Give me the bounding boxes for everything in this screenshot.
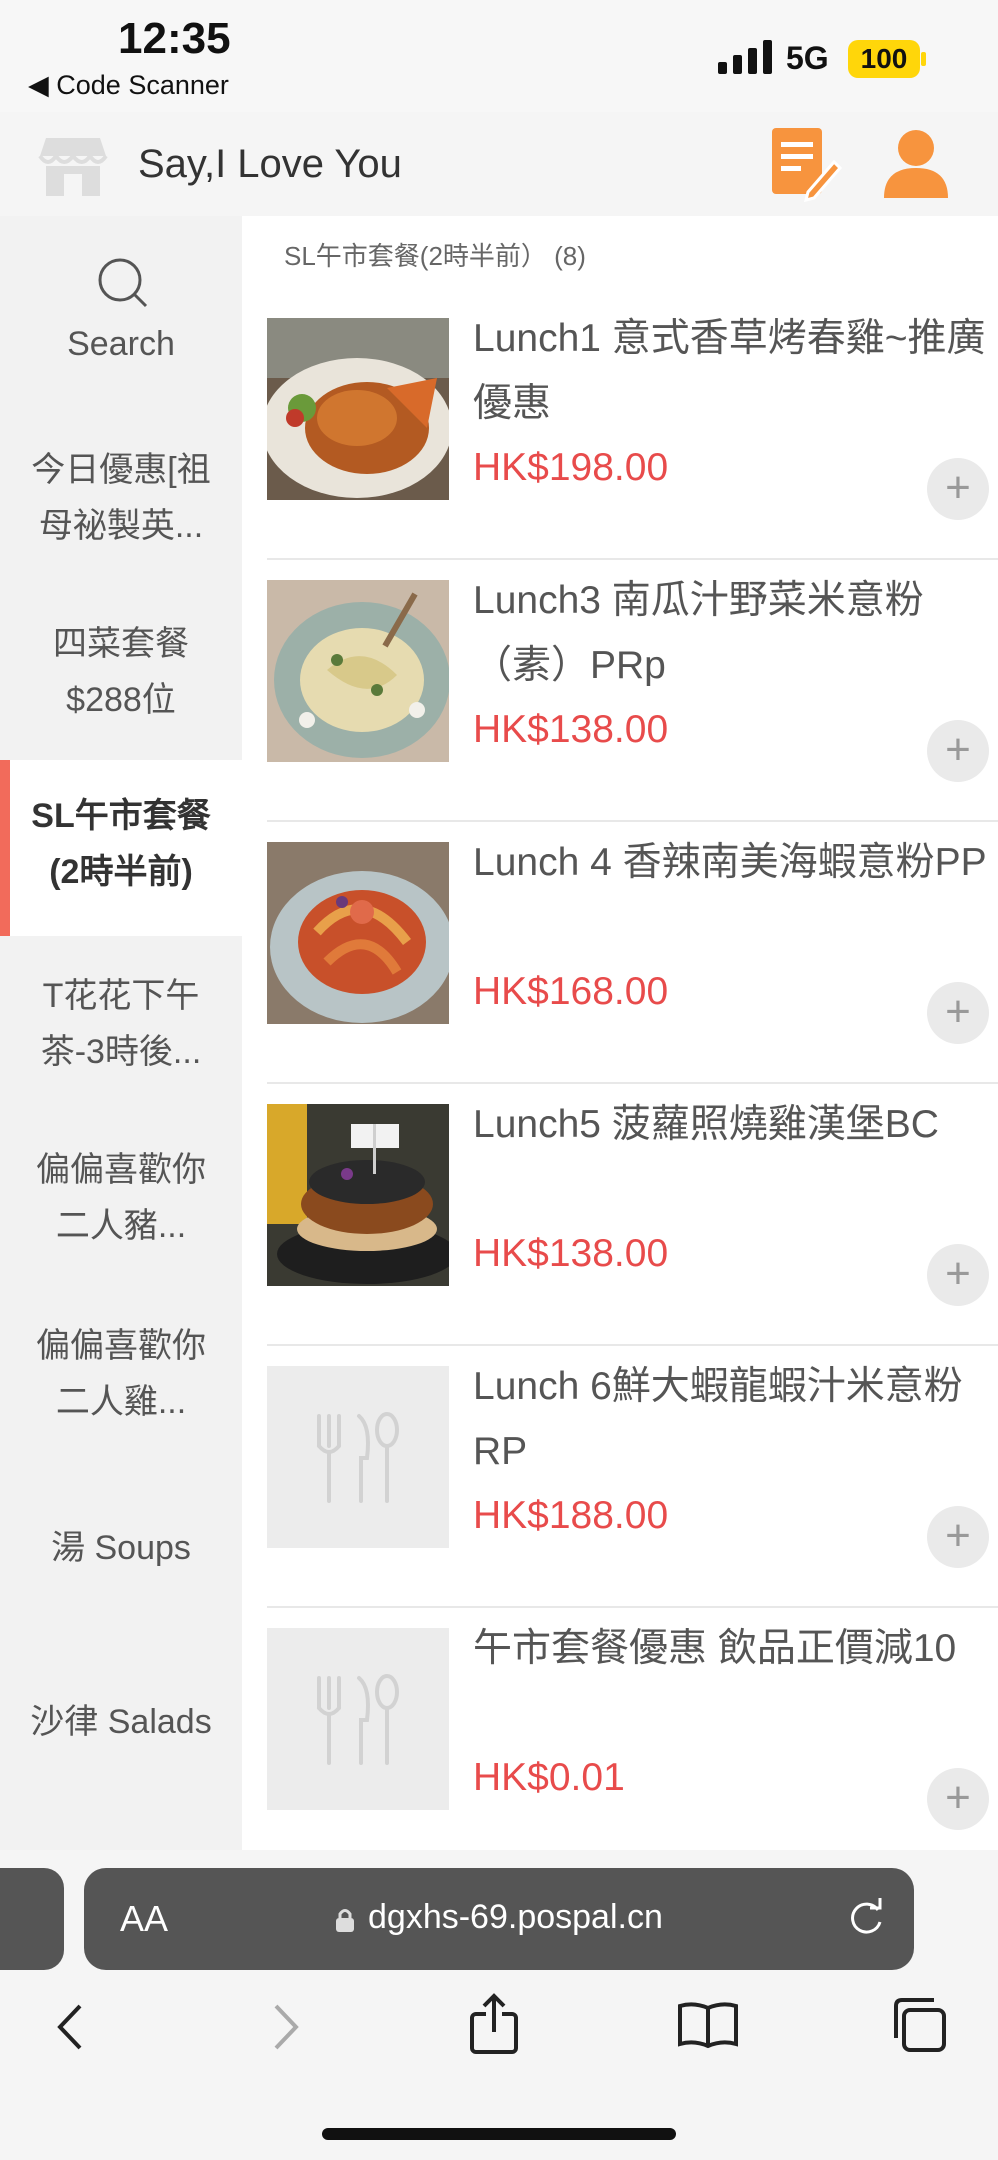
product-price: HK$188.00 xyxy=(473,1494,669,1537)
store-name: Say,I Love You xyxy=(138,142,402,186)
sidebar-item-label: 茶-3時後... xyxy=(40,1033,202,1071)
forward-arrow-icon[interactable] xyxy=(268,2000,304,2054)
tabs-icon[interactable] xyxy=(890,1996,948,2054)
lock-icon xyxy=(336,1909,354,1932)
add-to-cart-button[interactable]: + xyxy=(927,1768,989,1830)
add-to-cart-button[interactable]: + xyxy=(927,982,989,1044)
sidebar-item-label: T花花下午 xyxy=(42,977,200,1015)
order-list-icon[interactable] xyxy=(768,126,842,202)
product-name: 午市套餐優惠 飲品正價減10 xyxy=(473,1627,957,1670)
reload-icon[interactable] xyxy=(844,1896,888,1940)
product-image[interactable] xyxy=(267,318,449,500)
product-item[interactable]: 午市套餐優惠 飲品正價減10 HK$0.01 + xyxy=(267,1606,998,1870)
sidebar-item-pork-for-two[interactable]: 偏偏喜歡你 二人豬... xyxy=(0,1142,242,1254)
browser-toolbar: AA dgxhs-69.pospal.cn xyxy=(0,1850,998,2160)
store-icon[interactable] xyxy=(38,134,108,198)
product-name: Lunch5 菠蘿照燒雞漢堡BC xyxy=(473,1103,939,1146)
category-title: SL午市套餐(2時半前） (8) xyxy=(284,241,586,271)
status-bar: 12:35 ◀ Code Scanner 5G 100 xyxy=(0,0,998,112)
search-label: Search xyxy=(67,325,175,363)
add-to-cart-button[interactable]: + xyxy=(927,1506,989,1568)
sidebar-item-salads[interactable]: 沙律 Salads xyxy=(0,1694,242,1750)
sidebar-item-chicken-for-two[interactable]: 偏偏喜歡你 二人雞... xyxy=(0,1318,242,1430)
clock: 12:35 xyxy=(118,14,231,63)
previous-tab[interactable] xyxy=(0,1868,64,1970)
sidebar-item-label: 今日優惠[祖 xyxy=(31,451,211,489)
sidebar-item-label: 偏偏喜歡你 xyxy=(36,1151,206,1189)
sidebar-item-label: SL午市套餐 xyxy=(31,797,211,835)
sidebar-item-soups[interactable]: 湯 Soups xyxy=(0,1520,242,1576)
sidebar-item-label: 母祕製英... xyxy=(38,507,204,545)
search-icon xyxy=(98,258,148,308)
product-list: SL午市套餐(2時半前） (8) Lunch1 意式香草烤春雞~推廣優惠 HK$… xyxy=(242,216,998,1870)
sidebar-item-label: 湯 Soups xyxy=(51,1529,191,1567)
product-price: HK$168.00 xyxy=(473,970,669,1013)
back-to-app-link[interactable]: ◀ Code Scanner xyxy=(28,70,229,101)
cell-signal-icon xyxy=(718,40,772,74)
sidebar-item-label: 二人豬... xyxy=(55,1207,187,1245)
product-name: Lunch 4 香辣南美海蝦意粉PP xyxy=(473,841,987,884)
sidebar-item-label: 沙律 Salads xyxy=(30,1703,212,1741)
product-item[interactable]: Lunch5 菠蘿照燒雞漢堡BC HK$138.00 + xyxy=(267,1082,998,1346)
sidebar-item-today-deals[interactable]: 今日優惠[祖 母祕製英... xyxy=(0,442,242,554)
cutlery-icon xyxy=(267,1366,449,1548)
sidebar-item-label: 二人雞... xyxy=(55,1383,187,1421)
product-price: HK$138.00 xyxy=(473,1232,669,1275)
product-item[interactable]: Lunch1 意式香草烤春雞~推廣優惠 HK$198.00 + xyxy=(267,296,998,560)
sidebar-item-label: (2時半前) xyxy=(49,853,193,891)
product-name: Lunch 6鮮大蝦龍蝦汁米意粉 RP xyxy=(473,1365,963,1473)
product-image[interactable] xyxy=(267,580,449,762)
battery-tip xyxy=(921,52,926,66)
sidebar-item-label: 四菜套餐 xyxy=(53,625,189,663)
battery-icon: 100 xyxy=(848,40,920,78)
sidebar-item-afternoon-tea[interactable]: T花花下午 茶-3時後... xyxy=(0,968,242,1080)
share-icon[interactable] xyxy=(466,1992,522,2056)
cutlery-icon xyxy=(267,1628,449,1810)
back-arrow-icon[interactable] xyxy=(52,2000,88,2054)
product-image[interactable] xyxy=(267,1104,449,1286)
sidebar-item-lunch-set[interactable]: SL午市套餐 (2時半前) xyxy=(0,760,242,936)
product-name: Lunch1 意式香草烤春雞~推廣優惠 xyxy=(473,317,986,425)
product-price: HK$138.00 xyxy=(473,708,669,751)
add-to-cart-button[interactable]: + xyxy=(927,458,989,520)
sidebar-item-label: 偏偏喜歡你 xyxy=(36,1327,206,1365)
user-profile-icon[interactable] xyxy=(880,126,952,202)
bookmarks-icon[interactable] xyxy=(676,2000,740,2050)
product-image[interactable] xyxy=(267,842,449,1024)
sidebar-item-label: $288位 xyxy=(66,681,176,719)
network-type: 5G xyxy=(786,40,829,76)
category-sidebar: Search 今日優惠[祖 母祕製英... 四菜套餐 $288位 SL午市套餐 … xyxy=(0,216,242,1850)
url-text: dgxhs-69.pospal.cn xyxy=(368,1898,663,1936)
sidebar-item-four-course-set[interactable]: 四菜套餐 $288位 xyxy=(0,616,242,728)
product-name: Lunch3 南瓜汁野菜米意粉（素）PRp xyxy=(473,579,924,687)
app-header: Say,I Love You xyxy=(0,112,998,216)
product-image-placeholder[interactable] xyxy=(267,1366,449,1548)
add-to-cart-button[interactable]: + xyxy=(927,720,989,782)
product-price: HK$0.01 xyxy=(473,1756,625,1799)
product-item[interactable]: Lunch 4 香辣南美海蝦意粉PP HK$168.00 + xyxy=(267,820,998,1084)
product-price: HK$198.00 xyxy=(473,446,669,489)
reader-options-button[interactable]: AA xyxy=(120,1898,168,1940)
product-item[interactable]: Lunch3 南瓜汁野菜米意粉（素）PRp HK$138.00 + xyxy=(267,558,998,822)
active-indicator xyxy=(0,760,10,936)
product-item[interactable]: Lunch 6鮮大蝦龍蝦汁米意粉 RP HK$188.00 + xyxy=(267,1344,998,1608)
product-image-placeholder[interactable] xyxy=(267,1628,449,1810)
home-indicator xyxy=(322,2128,676,2140)
address-bar[interactable]: AA dgxhs-69.pospal.cn xyxy=(84,1868,914,1970)
search-button[interactable]: Search xyxy=(0,216,242,376)
add-to-cart-button[interactable]: + xyxy=(927,1244,989,1306)
